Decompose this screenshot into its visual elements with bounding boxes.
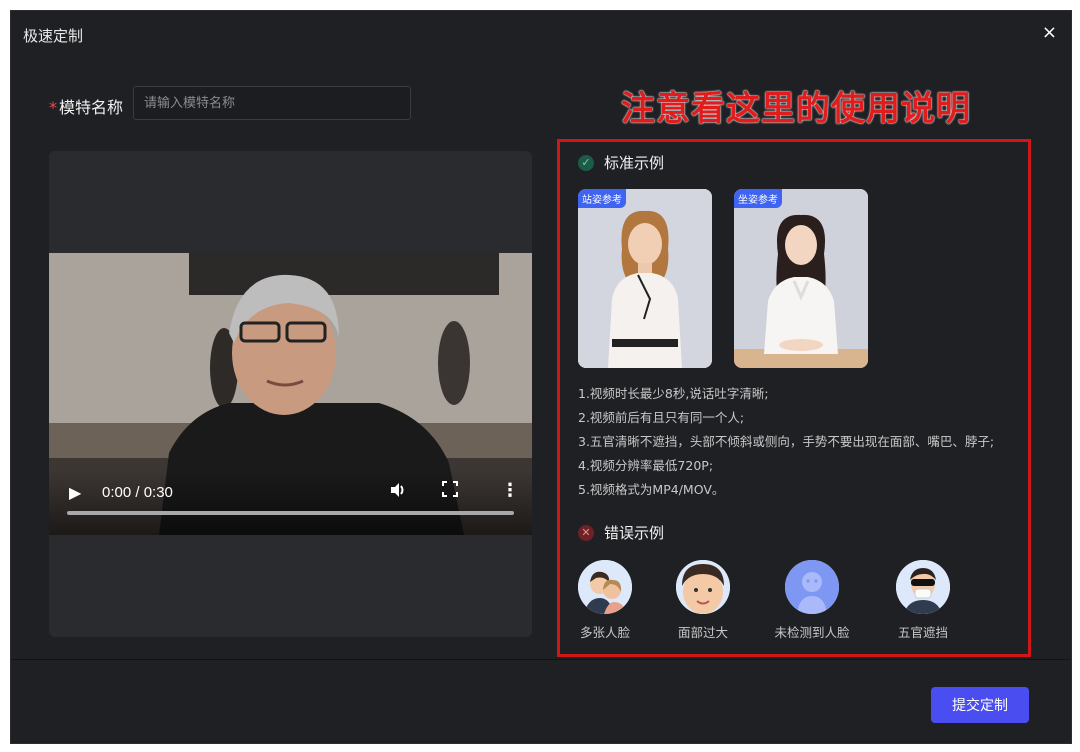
sitting-tag: 坐姿参考 [734, 189, 782, 208]
more-options-icon[interactable]: ⋮ [501, 480, 519, 501]
sitting-woman-image [734, 189, 868, 368]
footer-divider [11, 659, 1071, 660]
sitting-example-card: 坐姿参考 [734, 189, 868, 368]
standing-example-card: 站姿参考 [578, 189, 712, 368]
custom-dialog: 极速定制 × *模特名称 注意看这里的使用说明 [10, 10, 1072, 744]
rule-item: 4.视频分辨率最低720P; [578, 458, 714, 473]
video-panel: ▶ 0:00 / 0:30 ⋮ [49, 151, 532, 637]
multiple-faces-icon [578, 560, 632, 614]
features-covered-icon [896, 560, 950, 614]
face-too-large-label: 面部过大 [677, 625, 728, 640]
rule-item: 3.五官清晰不遮挡，头部不倾斜或侧向，手势不要出现在面部、嘴巴、脖子; [578, 434, 995, 449]
wrong-example-multiple-faces: 多张人脸 [560, 560, 650, 641]
standard-example-title: 标准示例 [604, 154, 665, 172]
required-mark: * [49, 98, 57, 117]
wrong-example-title: 错误示例 [604, 524, 665, 542]
video-time: 0:00 / 0:30 [102, 484, 173, 501]
model-name-label: * 模特名称 [49, 94, 123, 118]
standard-example-header: ✓ 标准示例 [578, 152, 664, 173]
model-name-label-text: 模特名称 [59, 98, 124, 117]
rules-list: 1.视频时长最少8秒,说话吐字清晰; 2.视频前后有且只有同一个人; 3.五官清… [578, 382, 994, 502]
instruction-annotation: 注意看这里的使用说明 [621, 89, 971, 129]
video-progress-bar[interactable] [67, 511, 514, 515]
submit-button[interactable]: 提交定制 [931, 687, 1029, 723]
wrong-example-no-face: 未检测到人脸 [767, 560, 857, 641]
standing-woman-image [578, 189, 712, 368]
dialog-title: 极速定制 [23, 27, 84, 45]
model-name-input[interactable] [133, 86, 411, 120]
video-player[interactable]: ▶ 0:00 / 0:30 ⋮ [49, 253, 532, 535]
video-controls: ▶ 0:00 / 0:30 ⋮ [49, 469, 532, 535]
instructions-panel: ✓ 标准示例 站姿参考 坐姿参考 1.视频时长最少8秒,说话吐字清晰; 2.视频… [557, 139, 1031, 657]
close-icon[interactable]: × [1042, 24, 1057, 42]
rule-item: 2.视频前后有且只有同一个人; [578, 410, 745, 425]
error-icon: ✕ [578, 524, 594, 541]
wrong-example-features-covered: 五官遮挡 [878, 560, 968, 641]
rule-item: 1.视频时长最少8秒,说话吐字清晰; [578, 386, 769, 401]
wrong-example-face-too-large: 面部过大 [658, 560, 748, 641]
play-icon[interactable]: ▶ [69, 483, 81, 502]
features-covered-label: 五官遮挡 [897, 625, 948, 640]
wrong-example-header: ✕ 错误示例 [578, 522, 664, 543]
standing-tag: 站姿参考 [578, 189, 626, 208]
no-face-icon [785, 560, 839, 614]
multiple-faces-label: 多张人脸 [579, 625, 630, 640]
face-too-large-icon [676, 560, 730, 614]
check-icon: ✓ [578, 154, 594, 171]
no-face-label: 未检测到人脸 [774, 625, 850, 640]
rule-item: 5.视频格式为MP4/MOV。 [578, 482, 725, 497]
